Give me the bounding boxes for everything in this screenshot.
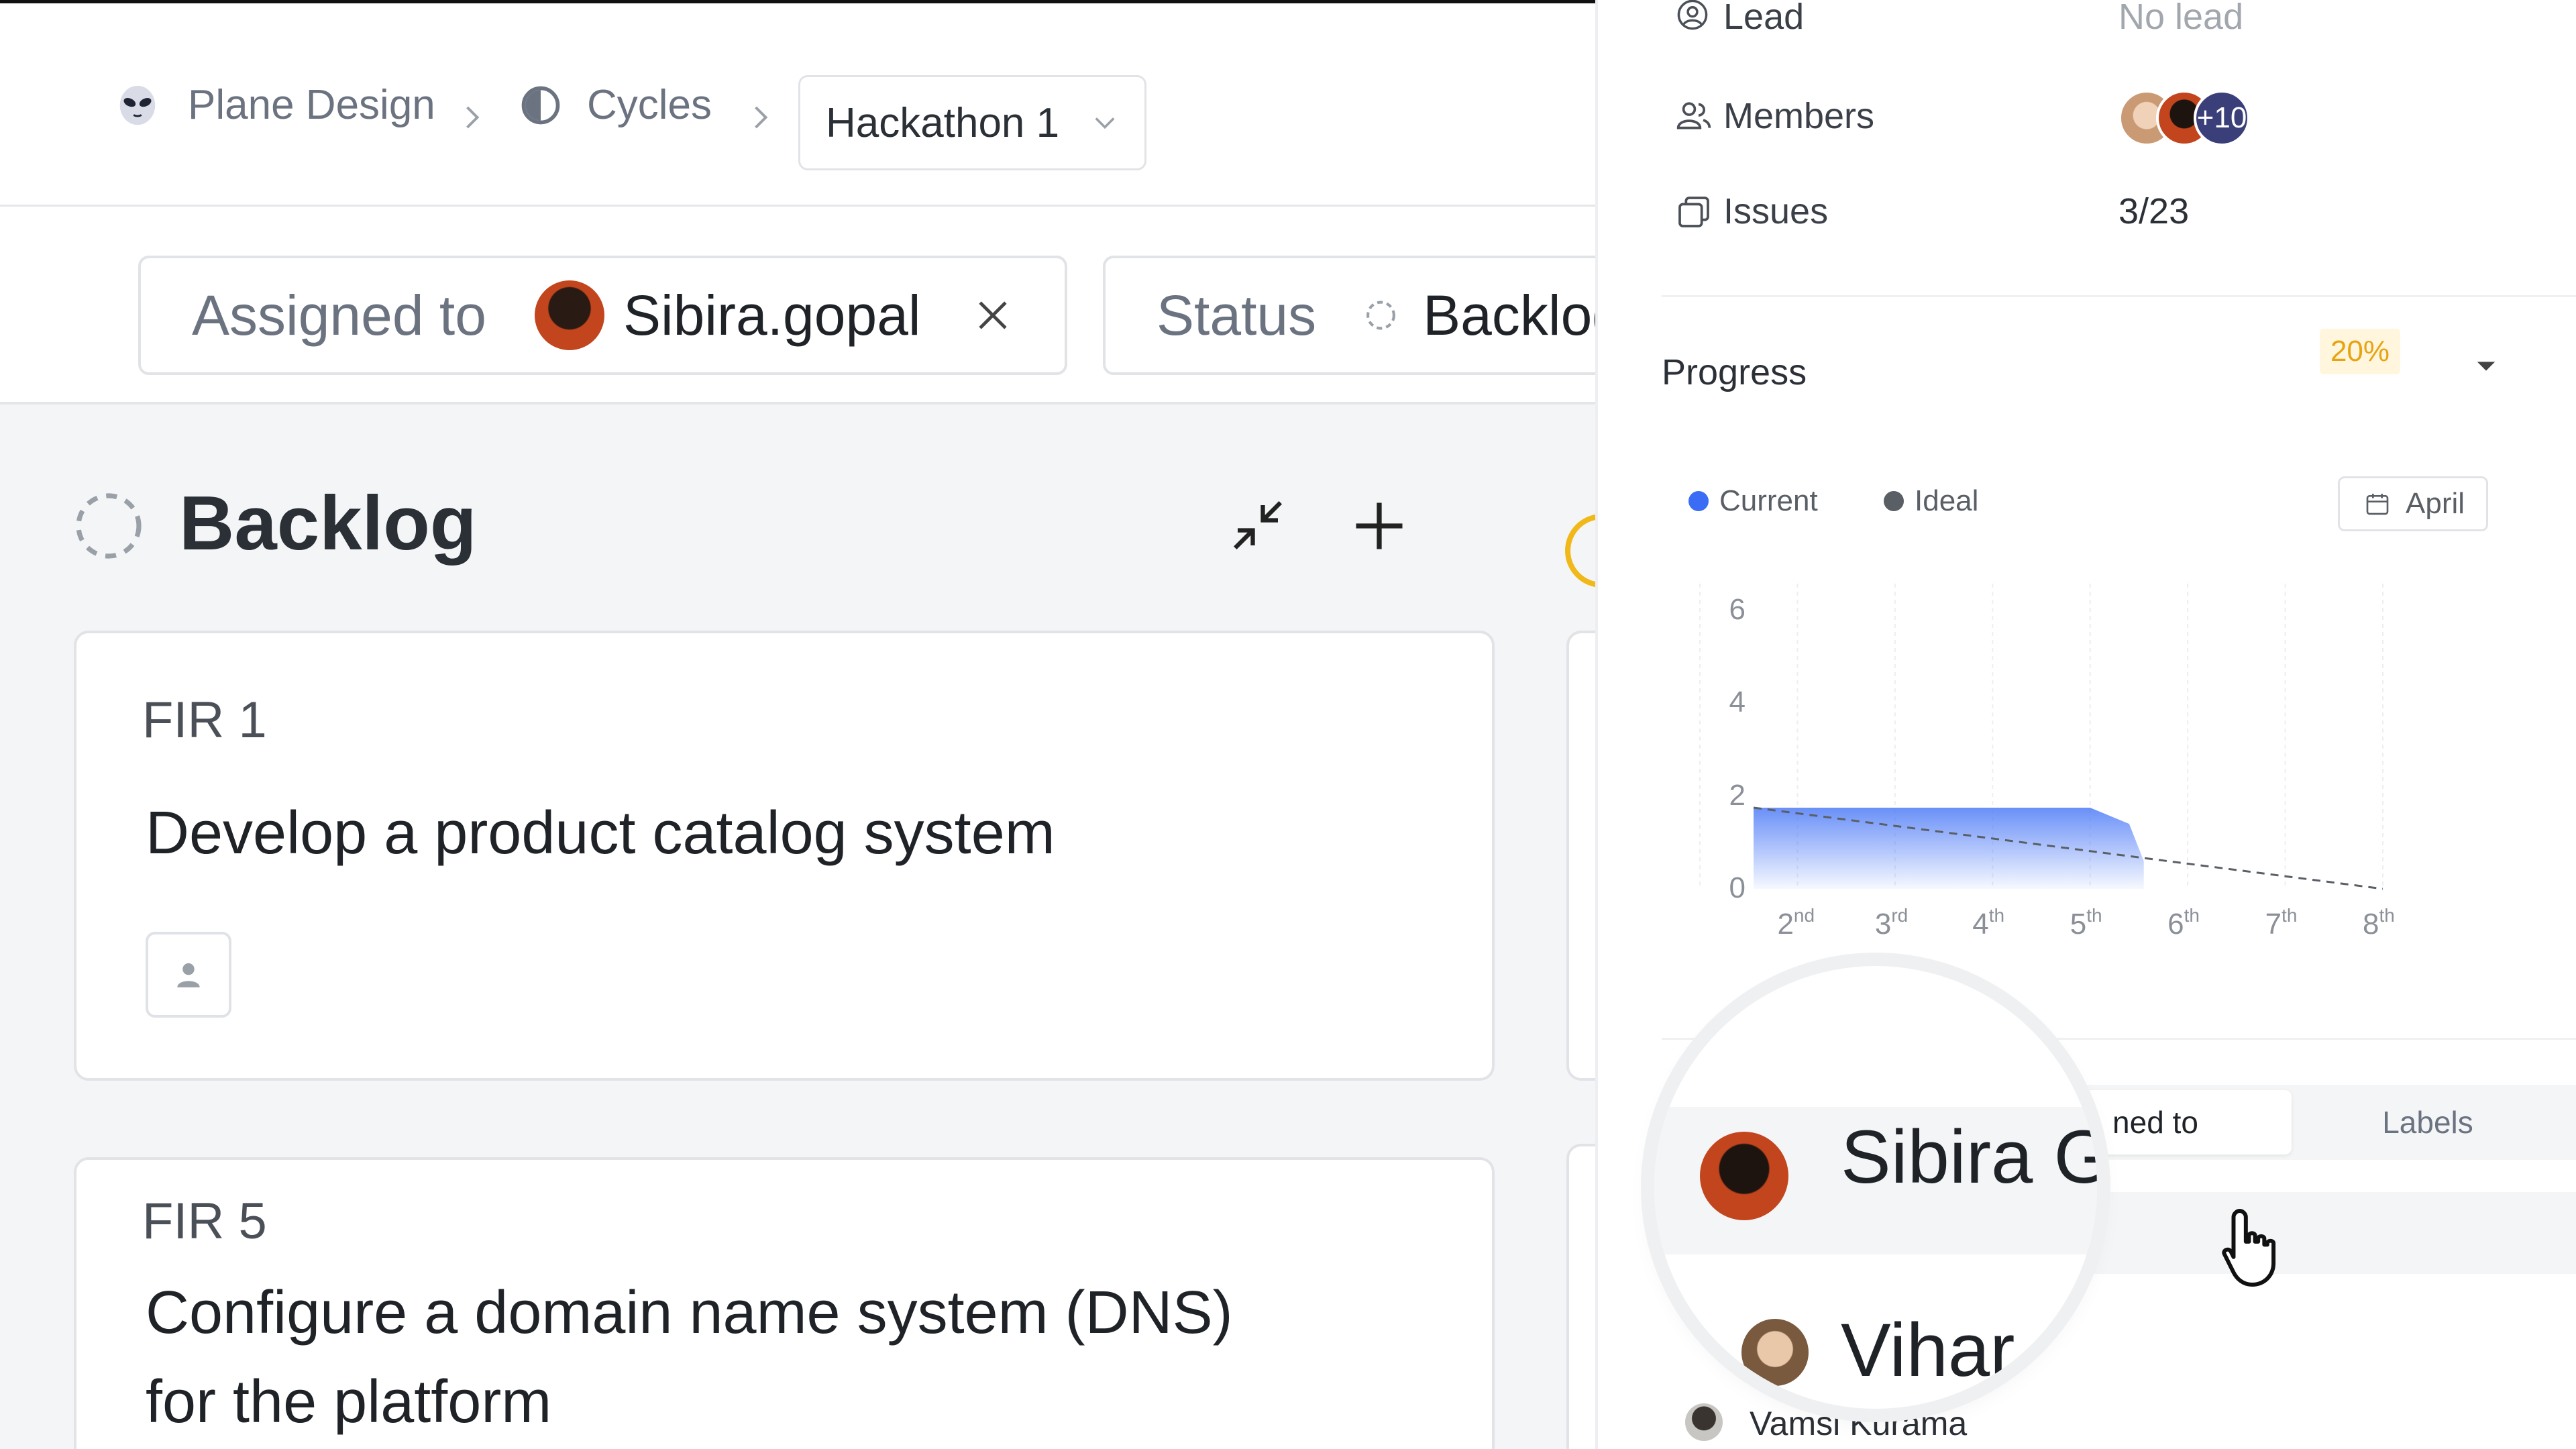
collapse-icon[interactable] bbox=[1228, 495, 1288, 555]
breadcrumb-cycles[interactable]: Cycles bbox=[518, 3, 712, 207]
tab-labels[interactable]: Labels bbox=[2292, 1090, 2564, 1155]
board-area: Plane Design Cycles Hackathon 1 Assigned… bbox=[0, 0, 1595, 1449]
next-column-card bbox=[1566, 1144, 1595, 1449]
breadcrumb-workspace[interactable]: Plane Design bbox=[114, 3, 435, 207]
workspace-name: Plane Design bbox=[188, 82, 435, 128]
group-title: Backlog bbox=[179, 481, 477, 566]
header-bar: Plane Design Cycles Hackathon 1 bbox=[0, 3, 1595, 207]
user-icon bbox=[177, 963, 200, 987]
avatar bbox=[534, 280, 604, 350]
filter-assigned-value: Sibira.gopal bbox=[623, 283, 921, 347]
x-tick-label: 7th bbox=[2265, 905, 2298, 941]
issue-id: FIR 5 bbox=[142, 1193, 267, 1250]
x-tick-label: 8th bbox=[2363, 905, 2395, 941]
workspace-logo-icon bbox=[119, 85, 156, 125]
cycles-icon bbox=[521, 86, 560, 124]
backlog-status-icon bbox=[76, 493, 142, 559]
x-tick-label: 5th bbox=[2070, 905, 2102, 941]
member-name: Vihar bbox=[1841, 1308, 2015, 1392]
add-icon[interactable] bbox=[1348, 495, 1410, 557]
close-icon[interactable] bbox=[975, 297, 1011, 333]
x-tick-label: 4th bbox=[1972, 905, 2005, 941]
assignee-button[interactable] bbox=[146, 932, 231, 1018]
avatar bbox=[1685, 1403, 1723, 1441]
issue-title-line: for the platform bbox=[146, 1368, 552, 1436]
filter-status-value: Backlog bbox=[1423, 283, 1595, 347]
issue-id: FIR 1 bbox=[142, 692, 267, 749]
avatar bbox=[1737, 1315, 1813, 1390]
filter-bar: Assigned to Sibira.gopal Status Backlog bbox=[0, 207, 1595, 405]
issue-card[interactable]: FIR 1 Develop a product catalog system bbox=[74, 631, 1495, 1081]
filter-assigned-chip[interactable]: Assigned to Sibira.gopal bbox=[138, 256, 1067, 375]
tab-labels-label: Labels bbox=[2382, 1105, 2473, 1140]
next-group-status-icon bbox=[1565, 514, 1595, 588]
progress-chart bbox=[1699, 584, 2383, 890]
issue-title-line: Configure a domain name system (DNS) bbox=[146, 1279, 1233, 1346]
series-current-area bbox=[1754, 807, 2144, 889]
backlog-status-icon bbox=[1366, 301, 1396, 330]
avatar bbox=[1700, 1132, 1788, 1220]
filter-assigned-label: Assigned to bbox=[192, 283, 486, 347]
issue-title: Configure a domain name system (DNS) for… bbox=[146, 1269, 1233, 1447]
next-column-card bbox=[1566, 631, 1595, 1081]
cycle-dropdown-value: Hackathon 1 bbox=[826, 99, 1060, 146]
chevron-right-icon bbox=[466, 106, 480, 129]
issue-title: Develop a product catalog system bbox=[146, 800, 1055, 867]
filter-status-chip[interactable]: Status Backlog bbox=[1103, 256, 1595, 375]
y-tick-label: 2 bbox=[1729, 778, 1746, 812]
filter-status-label: Status bbox=[1157, 283, 1317, 347]
magnifier-lens: Sibira G Vihar bbox=[1654, 966, 2097, 1409]
tab-assigned-label: ned to bbox=[2112, 1105, 2198, 1140]
cycle-dropdown[interactable]: Hackathon 1 bbox=[798, 75, 1146, 170]
x-tick-label: 3rd bbox=[1874, 905, 1909, 941]
y-tick-label: 4 bbox=[1729, 686, 1746, 719]
hand-cursor-icon bbox=[2222, 1209, 2276, 1287]
issue-card[interactable]: FIR 5 Configure a domain name system (DN… bbox=[74, 1157, 1495, 1449]
x-tick-label: 2nd bbox=[1777, 905, 1815, 941]
y-tick-label: 0 bbox=[1729, 871, 1746, 904]
group-header: Backlog bbox=[0, 405, 1595, 626]
chevron-right-icon bbox=[755, 106, 768, 129]
tabs-container: ned to Labels bbox=[2014, 1085, 2576, 1160]
chevron-down-icon bbox=[1095, 117, 1115, 129]
member-name: Sibira G bbox=[1841, 1115, 2097, 1199]
x-tick-label: 6th bbox=[2167, 905, 2200, 941]
member-name[interactable]: Vamsi Kurama bbox=[1750, 1404, 1967, 1443]
y-tick-label: 6 bbox=[1729, 593, 1746, 626]
breadcrumb-cycles-label: Cycles bbox=[587, 82, 712, 128]
